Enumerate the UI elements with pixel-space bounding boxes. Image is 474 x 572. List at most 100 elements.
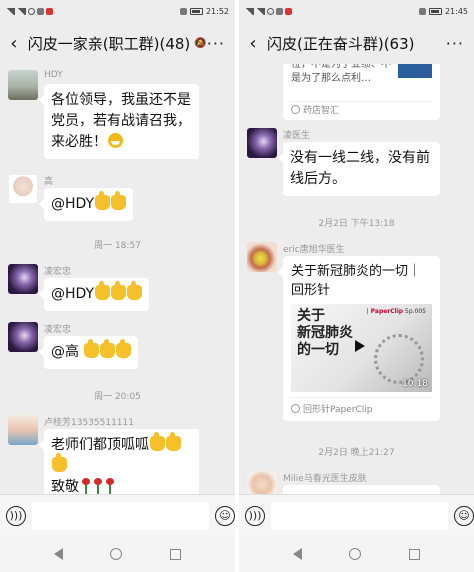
right-phone-screen: 21:45 ‹ 闪皮(正在奋斗群)(63) ··· 位，不是为了业绩、不是为了那…: [239, 0, 474, 572]
voice-icon[interactable]: ))): [6, 505, 26, 526]
message-list[interactable]: HDY 各位领导，我虽还不是党员，若有战请召我，来必胜！ 高 @HDY 周一 1…: [0, 64, 235, 494]
thumbs-up-emoji-icon: [111, 191, 127, 210]
paperclip-icon: [291, 404, 300, 413]
article-snippet: 位，不是为了业绩、不是为了那么点利…: [291, 64, 391, 84]
thumbnail-tag: | PaperClip 5p.005: [366, 308, 426, 315]
nfc-icon: [179, 7, 187, 15]
nav-home-icon[interactable]: [110, 548, 123, 560]
video-thumbnail[interactable]: 关于 新冠肺炎 的一切 | PaperClip 5p.005 10:18: [291, 304, 432, 392]
status-time: 21:52: [205, 6, 229, 16]
system-nav-bar: [239, 536, 474, 572]
message-bubble[interactable]: @HDY: [38, 278, 150, 311]
more-options-icon[interactable]: ···: [446, 34, 464, 53]
app-notification-icon: [46, 7, 53, 15]
nav-back-icon[interactable]: [53, 548, 63, 560]
thumbs-up-emoji-icon: [95, 191, 111, 210]
thumbs-up-emoji-icon: [95, 281, 111, 300]
rose-emoji-icon: [93, 478, 103, 494]
chat-header: ‹ 闪皮(正在奋斗群)(63) ···: [239, 22, 474, 64]
back-icon[interactable]: ‹: [239, 33, 267, 54]
status-time: 21:45: [444, 6, 468, 16]
status-bar: 21:52: [0, 0, 235, 22]
emoji-icon[interactable]: ☺: [454, 505, 474, 526]
timestamp: 周一 20:05: [94, 392, 141, 402]
status-icons-left: [6, 7, 53, 15]
source-icon: [291, 105, 300, 114]
message-bubble[interactable]: 老师们都顶呱呱 致敬: [39, 429, 199, 494]
thumbs-up-emoji-icon: [84, 339, 100, 358]
grin-emoji-icon: [108, 133, 123, 148]
avatar[interactable]: [8, 70, 38, 100]
card-divider: [291, 101, 432, 102]
nfc-icon: [418, 7, 426, 15]
rose-emoji-icon: [105, 478, 115, 494]
thumbs-up-emoji-icon: [166, 432, 181, 451]
message-input[interactable]: [271, 501, 448, 530]
avatar[interactable]: [8, 415, 38, 445]
message-bubble[interactable]: @HDY: [38, 188, 134, 221]
sender-name: HDY: [44, 70, 63, 80]
thumbnail-title: 关于 新冠肺炎 的一切: [297, 308, 353, 358]
avatar[interactable]: [8, 264, 38, 294]
rose-emoji-icon: [81, 478, 91, 494]
status-icons-right: 21:52: [179, 6, 229, 16]
wifi-icon: [267, 7, 274, 15]
wifi-icon: [28, 7, 35, 15]
message-bubble[interactable]: 各位领导，我虽还不是党员，若有战请召我，来必胜！: [39, 84, 199, 159]
source-name: 药店智汇: [303, 106, 340, 116]
timestamp: 2月2日 下午13:18: [318, 219, 395, 229]
thumbnail-brand: PaperClip: [370, 308, 404, 315]
battery-icon: [428, 7, 442, 15]
thumbs-up-emoji-icon: [127, 281, 143, 300]
voice-icon[interactable]: ))): [245, 505, 265, 526]
avatar[interactable]: [8, 322, 38, 352]
notification-icon: [37, 7, 44, 15]
article-thumbnail: [398, 64, 432, 78]
message-bubble[interactable]: @高: [38, 336, 139, 369]
signal-icon: [6, 7, 15, 15]
sender-name: 凌宏忠: [44, 325, 72, 335]
message-text: @HDY: [51, 196, 95, 212]
sender-name: Milie马春光医生皮肤: [283, 474, 367, 484]
back-icon[interactable]: ‹: [0, 33, 28, 54]
article-card[interactable]: 位，不是为了业绩、不是为了那么点利… 药店智汇: [283, 64, 440, 120]
status-bar: 21:45: [239, 0, 474, 22]
nav-home-icon[interactable]: [349, 548, 362, 560]
thumbs-up-emoji-icon: [116, 339, 132, 358]
message-bubble[interactable]: [283, 485, 440, 494]
video-duration: 10:18: [402, 379, 428, 389]
input-bar: ))) ☺ +: [239, 494, 474, 536]
signal-icon: [245, 7, 254, 15]
source-name: 回形针PaperClip: [303, 405, 373, 415]
avatar[interactable]: [247, 242, 277, 272]
nav-recent-icon[interactable]: [409, 548, 421, 560]
message-text: @高: [51, 344, 79, 360]
timestamp: 2月2日 晚上21:27: [318, 448, 395, 458]
play-icon[interactable]: [355, 340, 365, 352]
message-list[interactable]: 位，不是为了业绩、不是为了那么点利… 药店智汇 凌医生 没有一线二线，没有前线后…: [239, 64, 474, 494]
card-source: 回形针PaperClip: [291, 397, 432, 415]
battery-icon: [189, 7, 203, 15]
thumbnail-episode: 5p.005: [405, 308, 426, 315]
nav-recent-icon[interactable]: [170, 548, 182, 560]
thumbs-up-emoji-icon: [111, 281, 127, 300]
chat-header: ‹ 闪皮一家亲(职工群)(48) 🔕 ···: [0, 22, 235, 64]
input-bar: ))) ☺ +: [0, 494, 235, 536]
system-nav-bar: [0, 536, 235, 572]
thumbs-up-emoji-icon: [100, 339, 116, 358]
message-bubble[interactable]: 没有一线二线，没有前线后方。: [278, 142, 440, 196]
avatar[interactable]: [247, 128, 277, 158]
video-card[interactable]: 关于新冠肺炎的一切｜回形针 关于 新冠肺炎 的一切 | PaperClip 5p…: [278, 256, 440, 421]
message-text: 致敬: [51, 479, 79, 494]
status-icons-right: 21:45: [418, 6, 468, 16]
emoji-icon[interactable]: ☺: [215, 505, 235, 526]
nav-back-icon[interactable]: [292, 548, 302, 560]
avatar[interactable]: [247, 471, 277, 494]
chat-title: 闪皮(正在奋斗群)(63): [267, 34, 415, 53]
avatar[interactable]: [8, 174, 38, 204]
chat-title: 闪皮一家亲(职工群)(48): [27, 34, 191, 53]
message-input[interactable]: [32, 501, 209, 530]
more-options-icon[interactable]: ···: [207, 34, 225, 53]
mute-icon: 🔕: [194, 37, 207, 49]
card-title: 关于新冠肺炎的一切｜回形针: [291, 264, 422, 298]
